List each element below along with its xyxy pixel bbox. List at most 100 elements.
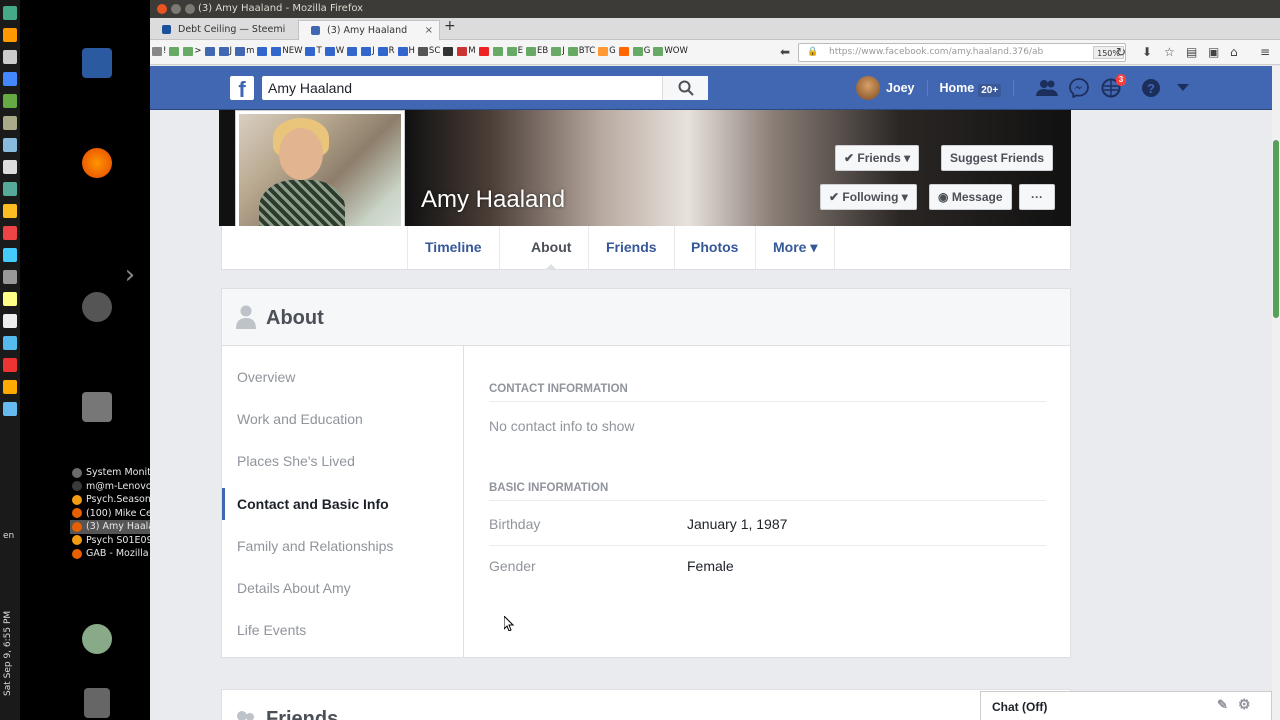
profile-tab-friends[interactable]: Friends bbox=[589, 226, 675, 269]
message-button[interactable]: ◉ Message bbox=[929, 184, 1012, 210]
keyboard-language[interactable]: en bbox=[3, 531, 14, 541]
taskbar-clock[interactable]: Sat Sep 9, 6:55 PM bbox=[3, 600, 17, 696]
profile-tab-photos[interactable]: Photos bbox=[674, 226, 757, 269]
bookmark-item[interactable] bbox=[618, 46, 630, 56]
bookmark-item[interactable]: R bbox=[377, 46, 395, 56]
url-bar[interactable]: 🔒 https://www.facebook.com/amy.haaland.3… bbox=[798, 43, 1126, 62]
profile-tab-timeline[interactable]: Timeline bbox=[408, 226, 500, 269]
browser-tab-facebook[interactable]: (3) Amy Haaland × bbox=[298, 20, 440, 40]
help-icon[interactable]: ? bbox=[1140, 77, 1162, 99]
close-tab-icon[interactable]: × bbox=[425, 21, 433, 40]
suggest-friends-button[interactable]: Suggest Friends bbox=[941, 145, 1054, 171]
taskbar-app-icon[interactable] bbox=[3, 138, 17, 152]
profile-tab-about[interactable]: About bbox=[514, 226, 590, 270]
search-button[interactable] bbox=[662, 76, 708, 100]
account-menu-icon[interactable] bbox=[1172, 77, 1194, 99]
notifications-icon[interactable]: 3 bbox=[1100, 74, 1127, 99]
taskbar-app-icon[interactable] bbox=[3, 160, 17, 174]
minimize-window-button[interactable] bbox=[171, 4, 181, 14]
profile-tab-more[interactable]: More ▾ bbox=[756, 226, 836, 269]
taskbar-app-icon[interactable] bbox=[3, 28, 17, 42]
bookmark-item[interactable]: ! bbox=[152, 46, 166, 56]
bookmark-item[interactable] bbox=[443, 46, 454, 56]
firefox-icon[interactable] bbox=[82, 148, 112, 178]
download-icon[interactable]: ⬇ bbox=[1142, 44, 1152, 60]
home-link[interactable]: Home bbox=[940, 81, 975, 95]
about-nav-item[interactable]: Contact and Basic Info bbox=[222, 487, 464, 520]
taskbar-app-icon[interactable] bbox=[3, 204, 17, 218]
new-message-icon[interactable]: ✎ bbox=[1217, 697, 1228, 713]
about-nav-item[interactable]: Overview bbox=[222, 361, 464, 393]
bookmark-item[interactable]: SC bbox=[417, 46, 440, 56]
new-tab-button[interactable]: + bbox=[444, 18, 456, 34]
taskbar-app-icon[interactable] bbox=[3, 182, 17, 196]
taskbar-app-icon[interactable] bbox=[3, 72, 17, 86]
bookmark-item[interactable]: WOW bbox=[653, 46, 688, 56]
profile-name[interactable]: Amy Haaland bbox=[421, 186, 565, 214]
search-input[interactable]: Amy Haaland bbox=[262, 76, 708, 100]
page-scrollbar[interactable] bbox=[1272, 66, 1280, 720]
bookmark-item[interactable]: M bbox=[457, 46, 476, 56]
taskbar-app-icon[interactable] bbox=[3, 226, 17, 240]
bookmark-item[interactable]: T bbox=[305, 46, 322, 56]
scrollbar-thumb[interactable] bbox=[1273, 140, 1279, 318]
archive-icon[interactable] bbox=[82, 392, 112, 422]
bookmark-item[interactable]: J bbox=[361, 46, 375, 56]
user-avatar[interactable] bbox=[856, 76, 880, 100]
trash-icon[interactable] bbox=[84, 688, 110, 718]
browser-tab-steemit[interactable]: Debt Ceiling — Steemi bbox=[150, 20, 298, 40]
bookmark-item[interactable] bbox=[492, 46, 504, 56]
taskbar-app-icon[interactable] bbox=[3, 6, 17, 20]
about-nav-item[interactable]: Life Events bbox=[222, 614, 464, 646]
back-icon[interactable]: ⬅ bbox=[780, 44, 790, 60]
bookmark-item[interactable]: NEW bbox=[271, 46, 302, 56]
chat-settings-icon[interactable]: ⚙ bbox=[1238, 696, 1251, 713]
facebook-logo[interactable]: f bbox=[230, 76, 254, 102]
bookmark-item[interactable]: BTC bbox=[567, 46, 595, 56]
bookmark-item[interactable] bbox=[257, 46, 268, 56]
bookmark-item[interactable]: H bbox=[397, 46, 415, 56]
bookmark-item[interactable] bbox=[347, 46, 358, 56]
pocket-icon[interactable]: ▣ bbox=[1208, 44, 1219, 60]
menu-icon[interactable]: ≡ bbox=[1260, 44, 1270, 60]
taskbar-app-icon[interactable] bbox=[3, 402, 17, 416]
taskbar-app-icon[interactable] bbox=[3, 314, 17, 328]
taskbar-app-icon[interactable] bbox=[3, 248, 17, 262]
about-nav-item[interactable]: Family and Relationships bbox=[222, 530, 464, 562]
friends-button[interactable]: ✔ Friends ▾ bbox=[835, 145, 920, 171]
taskbar-app-icon[interactable] bbox=[3, 50, 17, 64]
bookmark-item[interactable]: > bbox=[183, 46, 202, 56]
friend-requests-icon[interactable] bbox=[1036, 77, 1059, 99]
bookmark-star-icon[interactable]: ☆ bbox=[1164, 44, 1175, 60]
user-switch-icon[interactable] bbox=[82, 624, 112, 654]
bookmark-item[interactable] bbox=[478, 46, 490, 56]
taskbar-app-icon[interactable] bbox=[3, 270, 17, 284]
bookmark-item[interactable]: G bbox=[632, 46, 650, 56]
close-window-button[interactable] bbox=[157, 4, 167, 14]
ubuntu-icon[interactable] bbox=[82, 292, 112, 322]
taskbar-app-icon[interactable] bbox=[3, 116, 17, 130]
bookmark-item[interactable] bbox=[204, 46, 216, 56]
user-name-link[interactable]: Joey bbox=[886, 81, 915, 95]
taskbar-app-icon[interactable] bbox=[3, 358, 17, 372]
bookmark-item[interactable]: G bbox=[598, 46, 616, 56]
about-nav-item[interactable]: Details About Amy bbox=[222, 572, 464, 604]
about-nav-item[interactable]: Work and Education bbox=[222, 403, 464, 435]
chat-bar[interactable]: Chat (Off) ✎ ⚙ bbox=[980, 691, 1272, 720]
taskbar-app-icon[interactable] bbox=[3, 292, 17, 306]
maximize-window-button[interactable] bbox=[185, 4, 195, 14]
messenger-icon[interactable] bbox=[1068, 77, 1090, 99]
bookmark-item[interactable]: J bbox=[218, 46, 232, 56]
about-nav-item[interactable]: Places She's Lived bbox=[222, 445, 464, 477]
bookmark-item[interactable]: W bbox=[324, 46, 344, 56]
taskbar-app-icon[interactable] bbox=[3, 94, 17, 108]
more-options-button[interactable]: ··· bbox=[1019, 184, 1055, 210]
bookmark-item[interactable]: m bbox=[235, 46, 254, 56]
chat-status[interactable]: Chat (Off) bbox=[992, 700, 1047, 714]
reload-icon[interactable]: ↻ bbox=[1116, 44, 1126, 60]
bookmark-item[interactable]: E bbox=[506, 46, 523, 56]
home-icon[interactable]: ⌂ bbox=[1230, 44, 1238, 60]
taskbar-app-icon[interactable] bbox=[3, 380, 17, 394]
taskbar-app-icon[interactable] bbox=[3, 336, 17, 350]
following-button[interactable]: ✔ Following ▾ bbox=[820, 184, 917, 210]
